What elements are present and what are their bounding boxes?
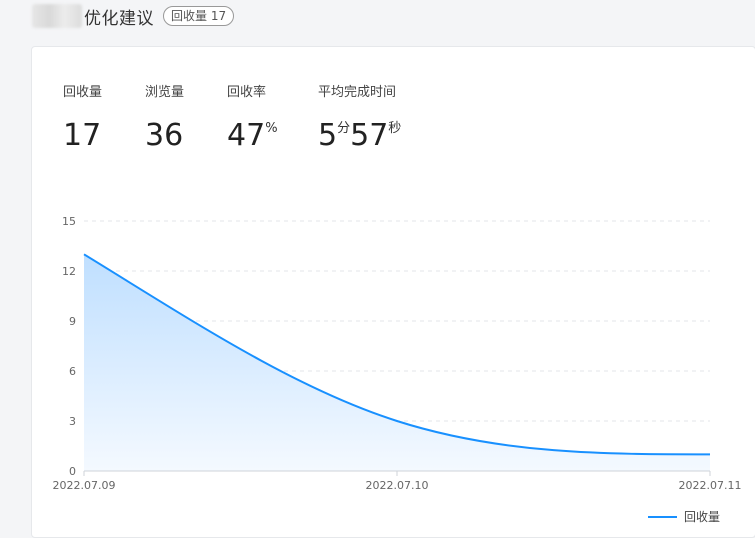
y-tick-label: 12 xyxy=(62,265,76,278)
y-tick-label: 15 xyxy=(62,215,76,228)
x-tick-label: 2022.07.10 xyxy=(366,479,429,492)
y-tick-label: 0 xyxy=(69,465,76,478)
x-tick-label: 2022.07.09 xyxy=(53,479,116,492)
x-tick-label: 2022.07.11 xyxy=(679,479,742,492)
y-tick-label: 3 xyxy=(69,415,76,428)
responses-area-chart: 0 3 6 9 12 15 2022.07.09 2022.07.10 2022.07.11 回… xyxy=(0,0,755,530)
legend-label: 回收量 xyxy=(684,510,720,524)
y-tick-label: 9 xyxy=(69,315,76,328)
y-tick-label: 6 xyxy=(69,365,76,378)
series-area-fill xyxy=(84,254,710,471)
